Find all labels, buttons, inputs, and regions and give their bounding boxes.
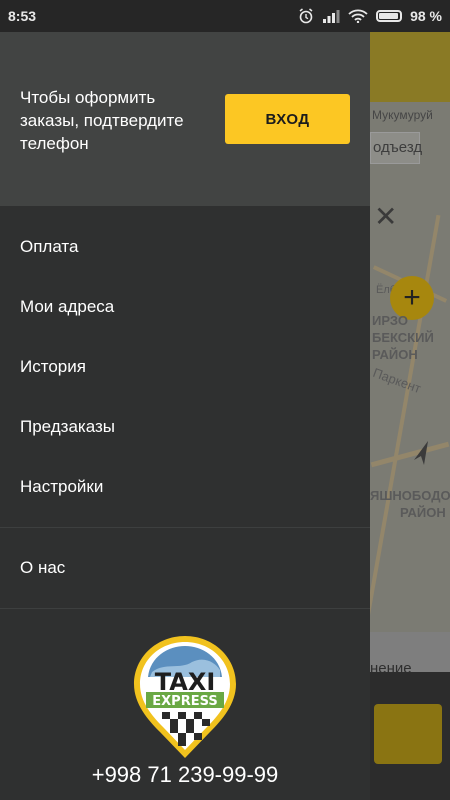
login-button[interactable]: ВХОД (225, 94, 350, 144)
entrance-field[interactable]: одъезд (370, 132, 422, 164)
status-bar: 8:53 98 % (0, 0, 450, 32)
menu-item-history[interactable]: История (0, 337, 370, 397)
signal-icon (322, 9, 340, 23)
map-top-bar (370, 32, 450, 102)
map-street-label: Мукумуруй (372, 108, 433, 122)
wifi-icon (348, 9, 368, 23)
alarm-icon (298, 8, 314, 24)
drawer-menu: Оплата Мои адреса История Предзаказы Нас… (0, 217, 370, 609)
navigation-drawer: Чтобы оформить заказы, подтвердите телеф… (0, 32, 370, 800)
navigation-arrow-icon[interactable] (410, 440, 434, 466)
drawer-header: Чтобы оформить заказы, подтвердите телеф… (0, 32, 370, 206)
menu-item-my-addresses[interactable]: Мои адреса (0, 277, 370, 337)
support-phone[interactable]: +998 71 239-99-99 (0, 762, 370, 788)
logo-taxi-text: TAXI (155, 668, 216, 696)
map-district-label: ЯШНОБОДО РАЙОН (370, 488, 450, 520)
battery-icon (376, 10, 403, 22)
menu-item-preorders[interactable]: Предзаказы (0, 397, 370, 457)
status-icons: 98 % (298, 8, 442, 24)
taxi-express-logo: TAXI EXPRESS (134, 636, 236, 758)
map-background: Мукумуруй одъезд ✕ Ёлбули + ИРЗО БЕКСКИЙ… (370, 32, 450, 800)
battery-level: 98 % (410, 8, 442, 24)
map-district-label: ИРЗО БЕКСКИЙ РАЙОН (372, 313, 434, 362)
order-button[interactable] (374, 704, 442, 764)
menu-item-about[interactable]: О нас (0, 538, 370, 598)
menu-item-payment[interactable]: Оплата (0, 217, 370, 277)
logo-express-text: EXPRESS (152, 694, 217, 709)
menu-item-settings[interactable]: Настройки (0, 457, 370, 517)
confirm-phone-text: Чтобы оформить заказы, подтвердите телеф… (20, 88, 184, 153)
map-bottom-strip: нение (370, 632, 450, 677)
close-icon[interactable]: ✕ (374, 200, 397, 233)
menu-divider (0, 608, 370, 609)
status-time: 8:53 (8, 8, 37, 24)
